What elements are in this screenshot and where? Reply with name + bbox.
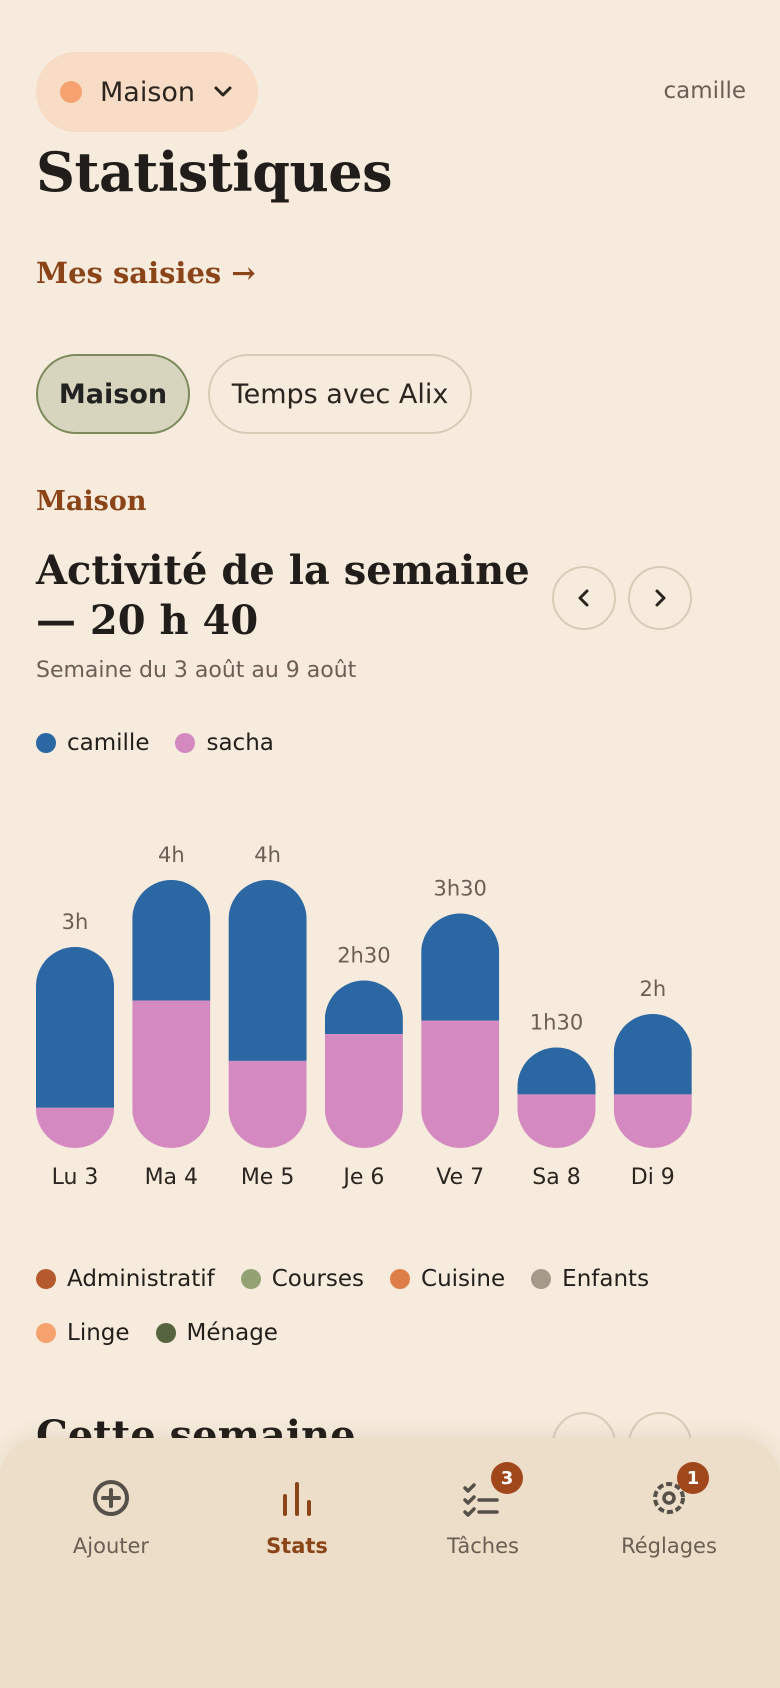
legend-dot (240, 1269, 261, 1289)
segment-time-with-alix[interactable]: Temps avec Alix (208, 354, 472, 434)
bar-value-label: 2h (639, 977, 666, 1001)
bar-value-label: 1h30 (530, 1011, 583, 1035)
bar-segment-sacha (324, 1034, 403, 1148)
bar-6 (613, 1014, 692, 1148)
bar-segment-camille (517, 1047, 596, 1095)
house-name: Maison (100, 76, 196, 108)
legend-label: sacha (206, 730, 274, 756)
house-selector[interactable]: Maison (36, 52, 258, 132)
bar-4 (421, 913, 500, 1148)
legend-dot (390, 1269, 411, 1289)
bar-0 (36, 947, 114, 1148)
bar-value-label: 4h (158, 843, 185, 867)
gear-icon: 1 (645, 1462, 709, 1522)
legend-item-enfants: Enfants (531, 1266, 649, 1292)
bar-segment-camille (613, 1014, 692, 1095)
chevron-left-icon (578, 589, 589, 607)
legend-dot (36, 1323, 56, 1343)
checklist-icon: 3 (459, 1462, 523, 1522)
page-title: Statistiques (36, 140, 393, 204)
bar-segment-camille (36, 947, 114, 1108)
bar-1 (132, 880, 211, 1148)
bar-day-label: Ve 7 (436, 1165, 484, 1190)
legend-item-linge: Linge (36, 1320, 130, 1346)
legend-item-courses: Courses (240, 1266, 365, 1292)
legend-dot (531, 1269, 552, 1289)
bar-day-label: Ma 4 (145, 1165, 198, 1190)
bar-segment-camille (421, 913, 500, 1021)
bar-segment-camille (324, 980, 403, 1035)
bar-5 (517, 1047, 596, 1148)
legend-label: Cuisine (421, 1266, 506, 1292)
legend-item-menage: Ménage (155, 1320, 278, 1346)
legend-item-sacha: sacha (175, 730, 274, 756)
chevron-down-icon (214, 86, 232, 97)
tab-stats[interactable]: Stats (204, 1474, 390, 1558)
bar-value-label: 2h30 (337, 944, 390, 968)
week-range: Semaine du 3 août au 9 août (36, 658, 357, 683)
legend-label: camille (67, 730, 150, 756)
legend-label: Linge (67, 1320, 130, 1346)
tab-add[interactable]: Ajouter (18, 1474, 204, 1558)
plus-circle-icon (87, 1474, 135, 1522)
bar-day-label: Me 5 (241, 1165, 295, 1190)
legend-dot (155, 1323, 176, 1343)
weekly-activity-chart: 3h Lu 3 4h Ma 4 4h Me 5 2h30 Je 6 3h30 Ve 7 1h30 Sa… (36, 843, 692, 1190)
legend-dot (36, 1269, 56, 1289)
legend-dot (175, 733, 196, 753)
chevron-right-icon (655, 589, 666, 607)
bar-segment-sacha (613, 1094, 692, 1148)
tab-tasks[interactable]: 3 Tâches (390, 1462, 576, 1558)
bar-day-label: Di 9 (631, 1165, 675, 1190)
bar-segment-sacha (228, 1060, 307, 1148)
legend-item-cuisine: Cuisine (390, 1266, 505, 1292)
bar-value-label: 3h30 (433, 877, 486, 901)
legend-label: Enfants (562, 1266, 650, 1292)
people-legend: camille sacha (36, 730, 300, 756)
bar-segment-camille (228, 880, 307, 1061)
bar-day-label: Je 6 (341, 1165, 384, 1190)
bar-segment-sacha (36, 1107, 114, 1148)
bar-segment-sacha (421, 1020, 500, 1148)
tab-label: Réglages (621, 1534, 717, 1558)
tab-label: Tâches (447, 1534, 519, 1558)
legend-item-camille: camille (36, 730, 149, 756)
category-legend: Administratif Courses Cuisine Enfants Li… (36, 1266, 736, 1346)
bar-value-label: 3h (62, 910, 89, 934)
my-entries-link[interactable]: Mes saisies → (36, 256, 256, 290)
bar-value-label: 4h (254, 843, 281, 867)
bar-segment-camille (132, 880, 211, 1001)
tab-label: Stats (266, 1534, 328, 1558)
legend-dot (36, 733, 56, 753)
bar-segment-sacha (517, 1094, 596, 1148)
tab-label: Ajouter (72, 1534, 150, 1558)
week-activity-title: Activité de la semaine — 20 h 40 (36, 547, 530, 644)
legend-label: Administratif (67, 1266, 215, 1292)
house-color-dot (60, 81, 82, 103)
legend-label: Courses (271, 1266, 365, 1292)
next-week-button[interactable] (628, 566, 692, 630)
legend-item-administratif: Administratif (36, 1266, 215, 1292)
bar-3 (324, 980, 403, 1148)
tasks-badge: 3 (491, 1462, 523, 1494)
settings-badge: 1 (677, 1462, 709, 1494)
user-name[interactable]: camille (664, 78, 746, 104)
legend-label: Ménage (186, 1320, 278, 1346)
bar-segment-sacha (132, 1000, 211, 1148)
bar-day-label: Sa 8 (532, 1165, 580, 1190)
tab-settings[interactable]: 1 Réglages (576, 1462, 762, 1558)
section-label: Maison (36, 486, 147, 517)
bar-2 (228, 880, 307, 1148)
bar-day-label: Lu 3 (52, 1165, 99, 1190)
segment-maison[interactable]: Maison (36, 354, 190, 434)
bottom-tab-bar: Ajouter Stats 3 Tâches 1 Réglages (0, 1438, 780, 1688)
previous-week-button[interactable] (552, 566, 616, 630)
bar-chart-icon (273, 1474, 321, 1522)
